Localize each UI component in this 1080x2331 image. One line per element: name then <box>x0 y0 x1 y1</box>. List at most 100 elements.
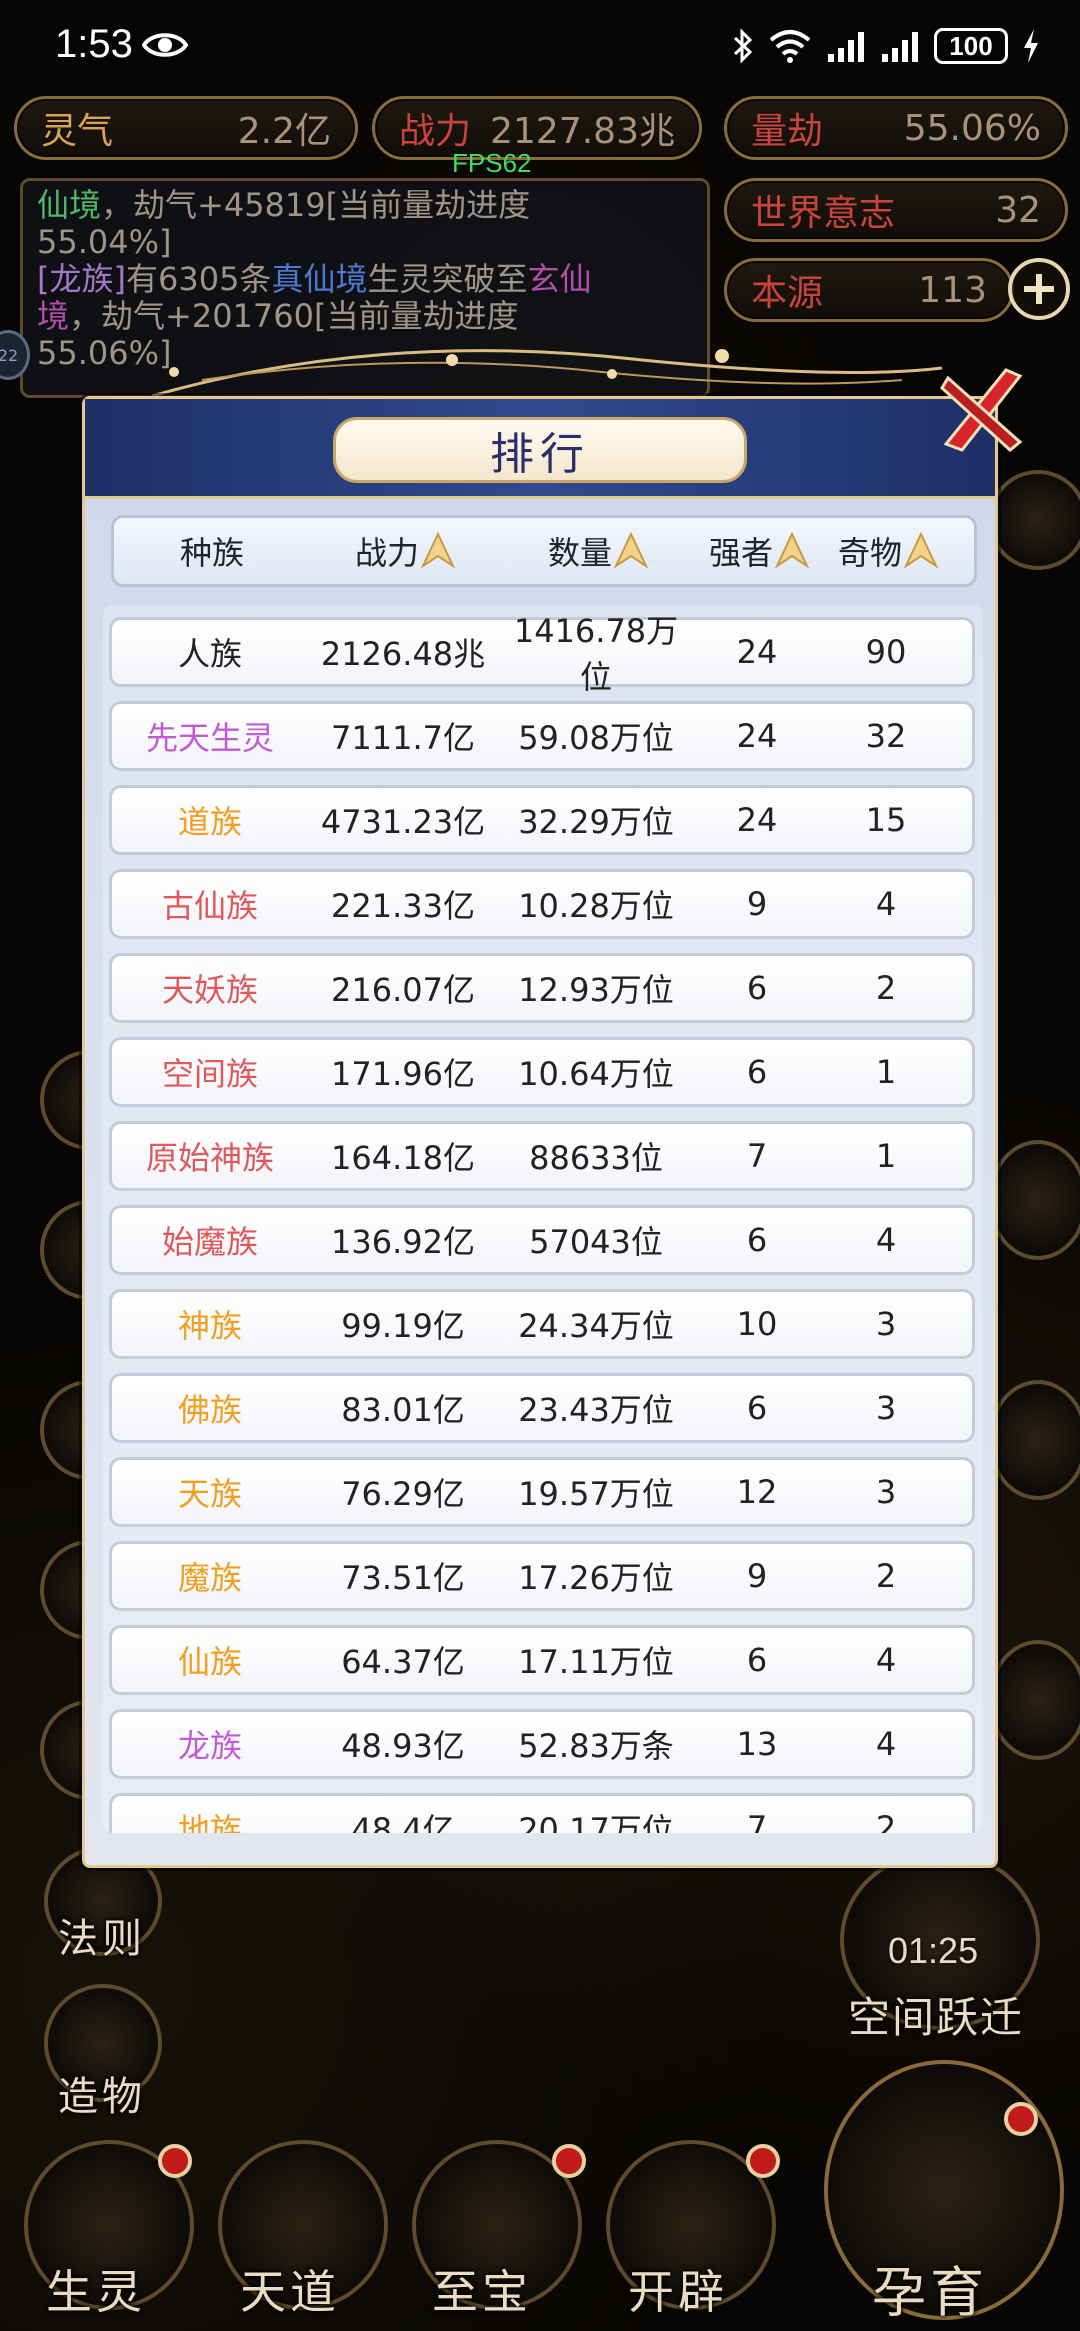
ranking-row[interactable]: 天族 76.29亿 19.57万位 12 3 <box>109 1457 975 1527</box>
ranking-row[interactable]: 天妖族 216.07亿 12.93万位 6 2 <box>109 953 975 1023</box>
race-strong: 10 <box>736 1305 778 1343</box>
col-race[interactable]: 种族 <box>114 528 310 574</box>
ranking-row[interactable]: 原始神族 164.18亿 88633位 7 1 <box>109 1121 975 1191</box>
right-menu-icon[interactable] <box>988 1380 1080 1500</box>
ranking-row[interactable]: 魔族 73.51亿 17.26万位 9 2 <box>109 1541 975 1611</box>
tian-dao-label: 天道 <box>240 2265 340 2319</box>
ranking-row[interactable]: 佛族 83.01亿 23.43万位 6 3 <box>109 1373 975 1443</box>
col-count[interactable]: 数量 <box>500 528 696 574</box>
ranking-row[interactable]: 仙族 64.37亿 17.11万位 6 4 <box>109 1625 975 1695</box>
lingqi-value: 2.2亿 <box>237 111 331 152</box>
right-menu-icon[interactable] <box>988 1640 1080 1760</box>
ranking-row[interactable]: 人族 2126.48兆 1416.78万位 24 90 <box>109 612 975 696</box>
sort-arrow-icon[interactable] <box>775 532 809 570</box>
race-power: 48.93亿 <box>341 1727 465 1765</box>
sort-arrow-icon[interactable] <box>904 532 938 570</box>
space-jump-timer: 01:25 <box>888 1930 979 1971</box>
lingqi-pill[interactable]: 灵气 2.2亿 <box>14 96 358 160</box>
right-menu-icon[interactable] <box>988 1140 1080 1260</box>
notification-dot <box>158 2144 192 2178</box>
race-treasure: 4 <box>875 885 897 923</box>
race-power: 216.07亿 <box>331 971 475 1009</box>
fps-counter: FPS62 <box>452 148 532 178</box>
world-will-value: 32 <box>995 189 1041 231</box>
ranking-row[interactable]: 始魔族 136.92亿 57043位 6 4 <box>109 1205 975 1275</box>
charging-icon <box>1024 29 1038 63</box>
signal-icon <box>828 32 864 62</box>
race-name: 龙族 <box>177 1727 242 1765</box>
right-menu-icon[interactable] <box>988 470 1080 570</box>
ranking-list[interactable]: 人族 2126.48兆 1416.78万位 24 90 先天生灵 7111.7亿 59.08万… <box>103 605 983 1833</box>
race-count: 10.28万位 <box>518 887 674 925</box>
race-treasure: 3 <box>875 1389 897 1427</box>
benyuan-label: 本源 <box>751 273 824 314</box>
race-strong: 6 <box>746 1221 768 1259</box>
ranking-row[interactable]: 神族 99.19亿 24.34万位 10 3 <box>109 1289 975 1359</box>
race-power: 7111.7亿 <box>331 719 475 757</box>
race-power: 171.96亿 <box>331 1055 475 1093</box>
log-realm: 境 <box>37 297 70 335</box>
race-power: 221.33亿 <box>331 887 475 925</box>
race-name: 佛族 <box>177 1391 242 1429</box>
race-treasure: 4 <box>875 1725 897 1763</box>
status-icons: 100 <box>732 24 1040 68</box>
race-count: 19.57万位 <box>518 1475 674 1513</box>
sheng-ling-label: 生灵 <box>46 2265 146 2319</box>
log-text: 生灵突破至 <box>367 260 528 298</box>
fa-ze-label: 法则 <box>58 1916 146 1962</box>
race-name: 道族 <box>177 803 242 841</box>
world-will-pill[interactable]: 世界意志 32 <box>724 178 1068 242</box>
race-name: 天妖族 <box>161 971 258 1009</box>
race-count: 17.11万位 <box>518 1643 674 1681</box>
sort-arrow-icon[interactable] <box>614 532 648 570</box>
zhanli-value: 2127.83兆 <box>490 111 675 152</box>
zhanli-label: 战力 <box>399 111 472 152</box>
race-count: 20.17万位 <box>518 1811 674 1833</box>
race-count: 12.93万位 <box>518 971 674 1009</box>
ranking-modal: 排行 种族 战力 数量 强者 奇物 人族 2126.48兆 1416.78万位 24 9… <box>82 396 998 1868</box>
col-strong-label: 强者 <box>708 534 773 572</box>
ranking-row[interactable]: 空间族 171.96亿 10.64万位 6 1 <box>109 1037 975 1107</box>
liangjie-pill[interactable]: 量劫 55.06% <box>724 96 1068 160</box>
race-count: 23.43万位 <box>518 1391 674 1429</box>
log-realm: 仙境 <box>37 186 102 224</box>
ranking-row[interactable]: 龙族 48.93亿 52.83万条 13 4 <box>109 1709 975 1779</box>
notification-dot <box>552 2144 586 2178</box>
liangjie-value: 55.06% <box>903 107 1041 149</box>
col-treasure[interactable]: 奇物 <box>822 528 954 574</box>
race-power: 99.19亿 <box>341 1307 465 1345</box>
race-name: 原始神族 <box>145 1139 274 1177</box>
ranking-row[interactable]: 地族 48.4亿 20.17万位 7 2 <box>109 1793 975 1833</box>
benyuan-add-button[interactable] <box>1008 258 1070 320</box>
race-count: 24.34万位 <box>518 1307 674 1345</box>
benyuan-pill[interactable]: 本源 113 <box>724 258 1014 322</box>
status-bar: 1:53 100 <box>0 0 1080 95</box>
eye-icon <box>142 33 188 57</box>
race-strong: 6 <box>746 1389 768 1427</box>
race-power: 83.01亿 <box>341 1391 465 1429</box>
race-name: 始魔族 <box>161 1223 258 1261</box>
zhanli-pill[interactable]: 战力 2127.83兆 <box>372 96 702 160</box>
race-strong: 6 <box>746 969 768 1007</box>
yun-yu-label: 孕育 <box>872 2261 988 2324</box>
race-name: 仙族 <box>177 1643 242 1681</box>
log-text: ，劫气+45819[当前量劫进度 <box>101 186 531 224</box>
race-name: 天族 <box>177 1475 242 1513</box>
column-header-bar: 种族 战力 数量 强者 奇物 <box>111 515 977 587</box>
ranking-row[interactable]: 古仙族 221.33亿 10.28万位 9 4 <box>109 869 975 939</box>
ranking-row[interactable]: 道族 4731.23亿 32.29万位 24 15 <box>109 785 975 855</box>
race-name: 人族 <box>177 635 242 673</box>
race-name: 地族 <box>177 1811 242 1833</box>
ranking-row[interactable]: 先天生灵 7111.7亿 59.08万位 24 32 <box>109 701 975 771</box>
signal-icon-2 <box>882 32 918 62</box>
col-power[interactable]: 战力 <box>310 528 500 574</box>
log-text: 有6305条 <box>125 260 272 298</box>
race-treasure: 90 <box>865 633 907 671</box>
race-count: 88633位 <box>529 1139 663 1177</box>
race-treasure: 3 <box>875 1305 897 1343</box>
close-icon[interactable] <box>936 362 1030 456</box>
race-strong: 24 <box>736 717 778 755</box>
sort-arrow-icon[interactable] <box>421 532 455 570</box>
status-time: 1:53 <box>55 22 133 66</box>
col-strong[interactable]: 强者 <box>696 528 822 574</box>
